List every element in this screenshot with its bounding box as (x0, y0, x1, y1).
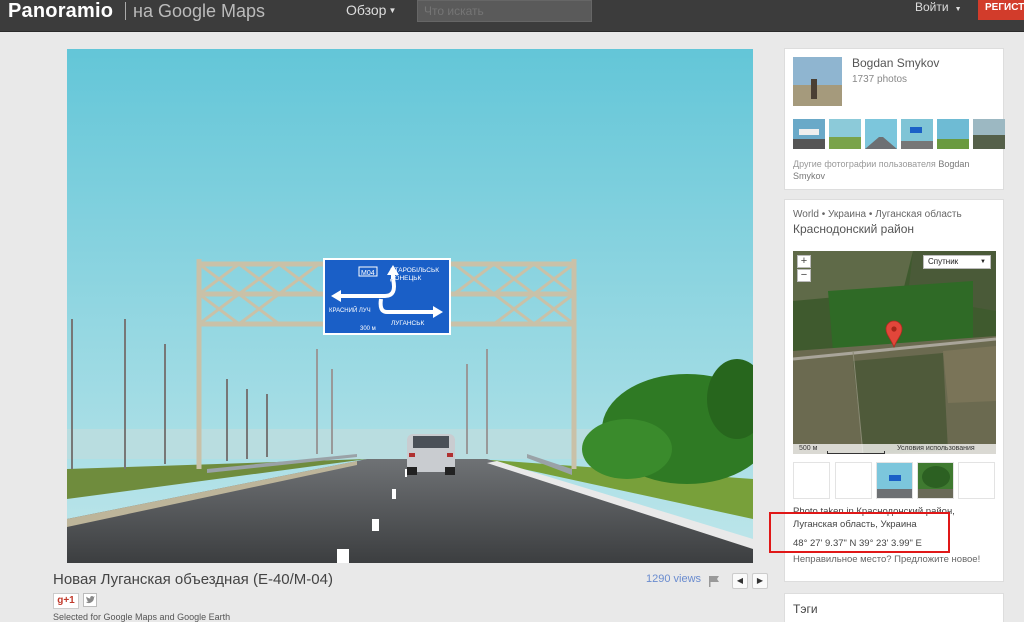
district-title[interactable]: Краснодонский район (793, 222, 914, 236)
sign-left-text: КРАСНИЙ ЛУЧ (329, 306, 371, 314)
panoramio-logo[interactable]: Panoramio (8, 0, 113, 24)
avatar-image (793, 57, 842, 106)
nearby-photo-thumb[interactable] (917, 462, 954, 499)
nearby-photo-thumb[interactable] (876, 462, 913, 499)
user-name-link[interactable]: Bogdan Smykov (852, 56, 939, 70)
more-photos-link[interactable]: Другие фотографии пользователя Bogdan Sm… (793, 158, 999, 182)
previous-photo-button[interactable]: ◀ (732, 573, 748, 589)
map-terms-link[interactable]: Условия использования (897, 444, 975, 454)
sign-top-text-2: ДОНЕЦЬК (390, 275, 422, 282)
signin-label: Войти (915, 0, 949, 14)
register-button[interactable]: РЕГИСТР (978, 0, 1024, 20)
user-photo-thumb[interactable] (937, 119, 969, 149)
zoom-in-button[interactable]: + (797, 255, 811, 268)
chevron-down-icon: ▼ (980, 259, 986, 265)
logo-separator (125, 2, 126, 20)
user-photo-thumb[interactable] (829, 119, 861, 149)
nearby-photo-thumb[interactable] (958, 462, 995, 499)
photo-title: Новая Луганская объездная (Е-40/М-04) (53, 571, 333, 588)
user-photo-thumb[interactable] (865, 119, 897, 149)
search-input[interactable] (417, 0, 592, 22)
chevron-right-icon: ▶ (756, 576, 764, 585)
user-photo-thumb[interactable] (901, 119, 933, 149)
suggest-location-link[interactable]: Неправильное место? Предложите новое! (793, 554, 980, 565)
highlight-annotation-box (769, 512, 950, 553)
road-photo-illustration: М04 СТАРОБІЛЬСЬК ДОНЕЦЬК КРАСНИЙ ЛУЧ ЛУГ… (67, 49, 753, 563)
nearby-photo-thumb[interactable] (835, 462, 872, 499)
user-photo-thumb[interactable] (793, 119, 825, 149)
satellite-map-image (793, 251, 996, 454)
avatar[interactable] (793, 57, 842, 106)
nearby-photo-thumb[interactable] (793, 462, 830, 499)
user-photo-thumb[interactable] (973, 119, 1005, 149)
main-photo[interactable]: М04 СТАРОБІЛЬСЬК ДОНЕЦЬК КРАСНИЙ ЛУЧ ЛУГ… (67, 49, 753, 563)
map-type-select[interactable]: Спутник ▼ (923, 255, 991, 269)
chevron-left-icon: ◀ (736, 576, 744, 585)
view-count: 1290 views (646, 573, 702, 585)
browse-label: Обзор (346, 2, 387, 18)
logo-subtitle[interactable]: на Google Maps (133, 0, 265, 22)
sign-code-text: М04 (361, 270, 375, 277)
selected-note: Selected for Google Maps and Google Eart… (53, 612, 231, 622)
twitter-icon[interactable] (83, 593, 97, 607)
map-scale-line (827, 451, 885, 454)
chevron-down-icon: ▼ (388, 6, 397, 16)
sign-distance-text: 300 м (360, 326, 376, 332)
map-scale-label: 500 м (799, 445, 818, 452)
map-pin-icon[interactable] (885, 320, 903, 348)
tags-title: Тэги (793, 602, 818, 616)
sign-right-text: ЛУГАНСЬК (391, 320, 424, 327)
user-card: Bogdan Smykov 1737 photos Другие фотогра… (784, 48, 1005, 190)
user-photo-count[interactable]: 1737 photos (852, 74, 907, 85)
signin-menu[interactable]: Войти ▼ (915, 0, 962, 17)
tags-card: Тэги (784, 593, 1004, 622)
map-type-label: Спутник (928, 257, 959, 266)
google-plus-button[interactable]: g+1 (53, 593, 79, 609)
satellite-map[interactable]: + − Спутник ▼ 500 м Условия использования (793, 251, 996, 454)
more-photos-prefix: Другие фотографии пользователя (793, 159, 936, 169)
sign-top-text-1: СТАРОБІЛЬСЬК (390, 267, 439, 274)
map-scale-bar: 500 м Условия использования (793, 444, 996, 454)
browse-menu[interactable]: Обзор ▼ (346, 1, 396, 20)
zoom-out-button[interactable]: − (797, 269, 811, 282)
next-photo-button[interactable]: ▶ (752, 573, 768, 589)
location-breadcrumb[interactable]: World • Украина • Луганская область (793, 209, 962, 220)
chevron-down-icon: ▼ (954, 6, 962, 13)
flag-icon[interactable] (708, 575, 720, 587)
top-bar: Panoramio на Google Maps Обзор▼ Войти▼ Р… (0, 0, 1024, 32)
